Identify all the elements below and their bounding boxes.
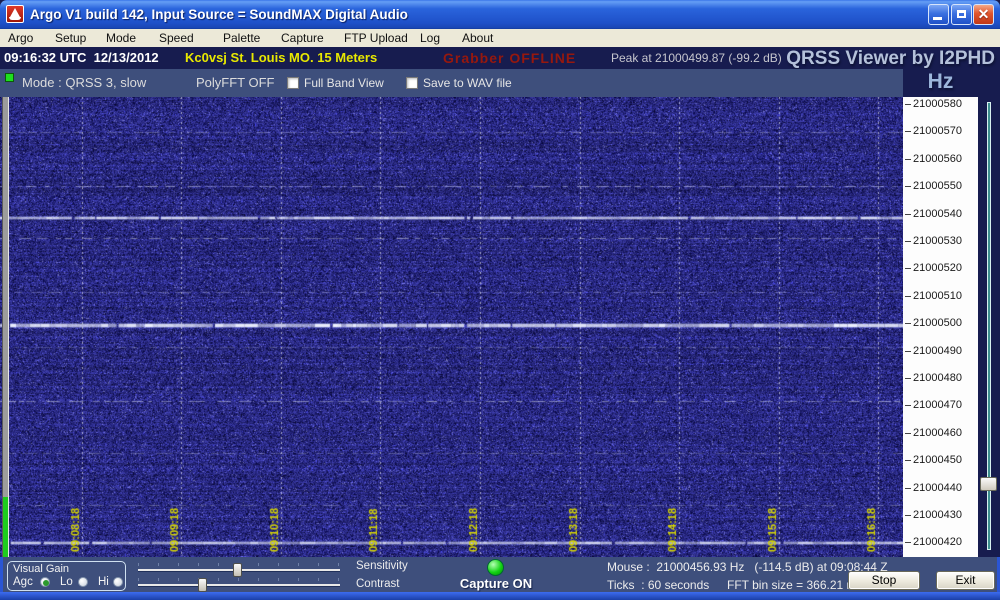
bottom-control-bar: Visual Gain Agc Lo Hi Sensitivity Contra… bbox=[0, 557, 1000, 592]
hi-radio-label: Hi bbox=[98, 576, 109, 588]
app-window: Argo V1 build 142, Input Source = SoundM… bbox=[0, 0, 1000, 600]
frequency-tick-label: 21000440 bbox=[913, 482, 962, 494]
menu-item-palette[interactable]: Palette bbox=[223, 29, 260, 47]
window-border-left bbox=[0, 557, 3, 592]
frequency-tick-label: 21000510 bbox=[913, 290, 962, 302]
menu-item-about[interactable]: About bbox=[462, 29, 493, 47]
buffer-indicator-track bbox=[2, 97, 9, 557]
window-border-bottom bbox=[0, 592, 1000, 600]
full-band-view-checkbox[interactable] bbox=[287, 77, 299, 89]
menu-item-ftp-upload[interactable]: FTP Upload bbox=[344, 29, 408, 47]
frequency-tick-label: 21000460 bbox=[913, 427, 962, 439]
status-row-1: 09:16:32 UTC 12/13/2012 Kc0vsj St. Louis… bbox=[0, 47, 1000, 69]
menu-item-argo[interactable]: Argo bbox=[8, 29, 33, 47]
menu-item-speed[interactable]: Speed bbox=[159, 29, 194, 47]
ticks-readout: Ticks : 60 seconds bbox=[607, 578, 709, 592]
menu-item-capture[interactable]: Capture bbox=[281, 29, 324, 47]
sensitivity-label: Sensitivity bbox=[356, 560, 408, 572]
frequency-tick-label: 21000480 bbox=[913, 372, 962, 384]
frequency-slider-column bbox=[978, 97, 1000, 557]
peak-readout: Peak at 21000499.87 (-99.2 dB) bbox=[611, 47, 782, 69]
maximize-icon bbox=[957, 10, 966, 18]
agc-radio-label: Agc bbox=[13, 576, 33, 588]
frequency-slider-thumb[interactable] bbox=[980, 477, 997, 491]
frequency-tick-label: 21000450 bbox=[913, 454, 962, 466]
exit-button[interactable]: Exit bbox=[936, 571, 995, 590]
mouse-frequency-readout: Mouse : 21000456.93 Hz (-114.5 dB) at 09… bbox=[607, 560, 888, 574]
hi-radio[interactable] bbox=[113, 577, 123, 587]
contrast-label: Contrast bbox=[356, 578, 399, 590]
brand-label: QRSS Viewer by I2PHD bbox=[786, 47, 995, 70]
save-to-wav-checkbox[interactable] bbox=[406, 77, 418, 89]
frequency-tick-label: 21000560 bbox=[913, 153, 962, 165]
menu-item-log[interactable]: Log bbox=[420, 29, 440, 47]
frequency-tick-label: 21000420 bbox=[913, 536, 962, 548]
maximize-button[interactable] bbox=[951, 4, 972, 25]
close-button[interactable]: ✕ bbox=[973, 4, 994, 25]
frequency-tick-label: 21000430 bbox=[913, 509, 962, 521]
capture-led-icon bbox=[487, 559, 504, 576]
menu-item-setup[interactable]: Setup bbox=[55, 29, 86, 47]
argo-app-icon bbox=[6, 5, 24, 23]
buffer-indicator-fill bbox=[3, 497, 8, 557]
frequency-tick-label: 21000520 bbox=[913, 262, 962, 274]
agc-radio[interactable] bbox=[40, 577, 50, 587]
frequency-tick-label: 21000470 bbox=[913, 399, 962, 411]
visual-gain-title: Visual Gain bbox=[13, 563, 69, 575]
utc-clock: 09:16:32 UTC 12/13/2012 bbox=[4, 47, 159, 69]
frequency-tick-label: 21000500 bbox=[913, 317, 962, 329]
visual-gain-group: Visual Gain Agc Lo Hi bbox=[7, 561, 126, 591]
close-icon: ✕ bbox=[974, 5, 993, 24]
contrast-slider-thumb[interactable] bbox=[198, 578, 207, 592]
frequency-tick-label: 21000580 bbox=[913, 98, 962, 110]
frequency-tick-label: 21000570 bbox=[913, 125, 962, 137]
hz-unit-label: Hz bbox=[903, 69, 978, 95]
minimize-button[interactable] bbox=[928, 4, 949, 25]
stop-button[interactable]: Stop bbox=[848, 571, 920, 590]
contrast-slider-track[interactable] bbox=[138, 584, 340, 586]
grabber-status: Grabber OFFLINE bbox=[443, 47, 576, 69]
window-title: Argo V1 build 142, Input Source = SoundM… bbox=[30, 0, 408, 29]
mode-led-icon bbox=[5, 73, 14, 82]
menu-bar: Argo Setup Mode Speed Palette Capture FTP Uplo… bbox=[0, 29, 1000, 47]
frequency-tick-label: 21000540 bbox=[913, 208, 962, 220]
capture-status-label: Capture ON bbox=[450, 576, 542, 591]
save-to-wav-label: Save to WAV file bbox=[423, 69, 512, 97]
waterfall-spectrogram[interactable] bbox=[0, 97, 903, 557]
polyfft-readout: PolyFFT OFF bbox=[196, 69, 274, 97]
menu-item-mode[interactable]: Mode bbox=[106, 29, 136, 47]
full-band-view-label: Full Band View bbox=[304, 69, 384, 97]
lo-radio[interactable] bbox=[78, 577, 88, 587]
sensitivity-slider-thumb[interactable] bbox=[233, 563, 242, 577]
lo-radio-label: Lo bbox=[60, 576, 73, 588]
frequency-tick-label: 21000490 bbox=[913, 345, 962, 357]
status-row-2: Mode : QRSS 3, slow PolyFFT OFF Full Ban… bbox=[0, 69, 903, 97]
title-bar[interactable]: Argo V1 build 142, Input Source = SoundM… bbox=[0, 0, 1000, 29]
minimize-icon bbox=[933, 17, 942, 20]
station-label: Kc0vsj St. Louis MO. 15 Meters bbox=[185, 47, 377, 69]
frequency-tick-label: 21000530 bbox=[913, 235, 962, 247]
contrast-slider-ticks bbox=[138, 578, 340, 581]
mode-readout: Mode : QRSS 3, slow bbox=[22, 69, 146, 97]
frequency-scale: 21000580 21000570 21000560 21000550 21000540… bbox=[903, 97, 978, 557]
frequency-tick-label: 21000550 bbox=[913, 180, 962, 192]
unit-block: Hz bbox=[903, 69, 1000, 97]
